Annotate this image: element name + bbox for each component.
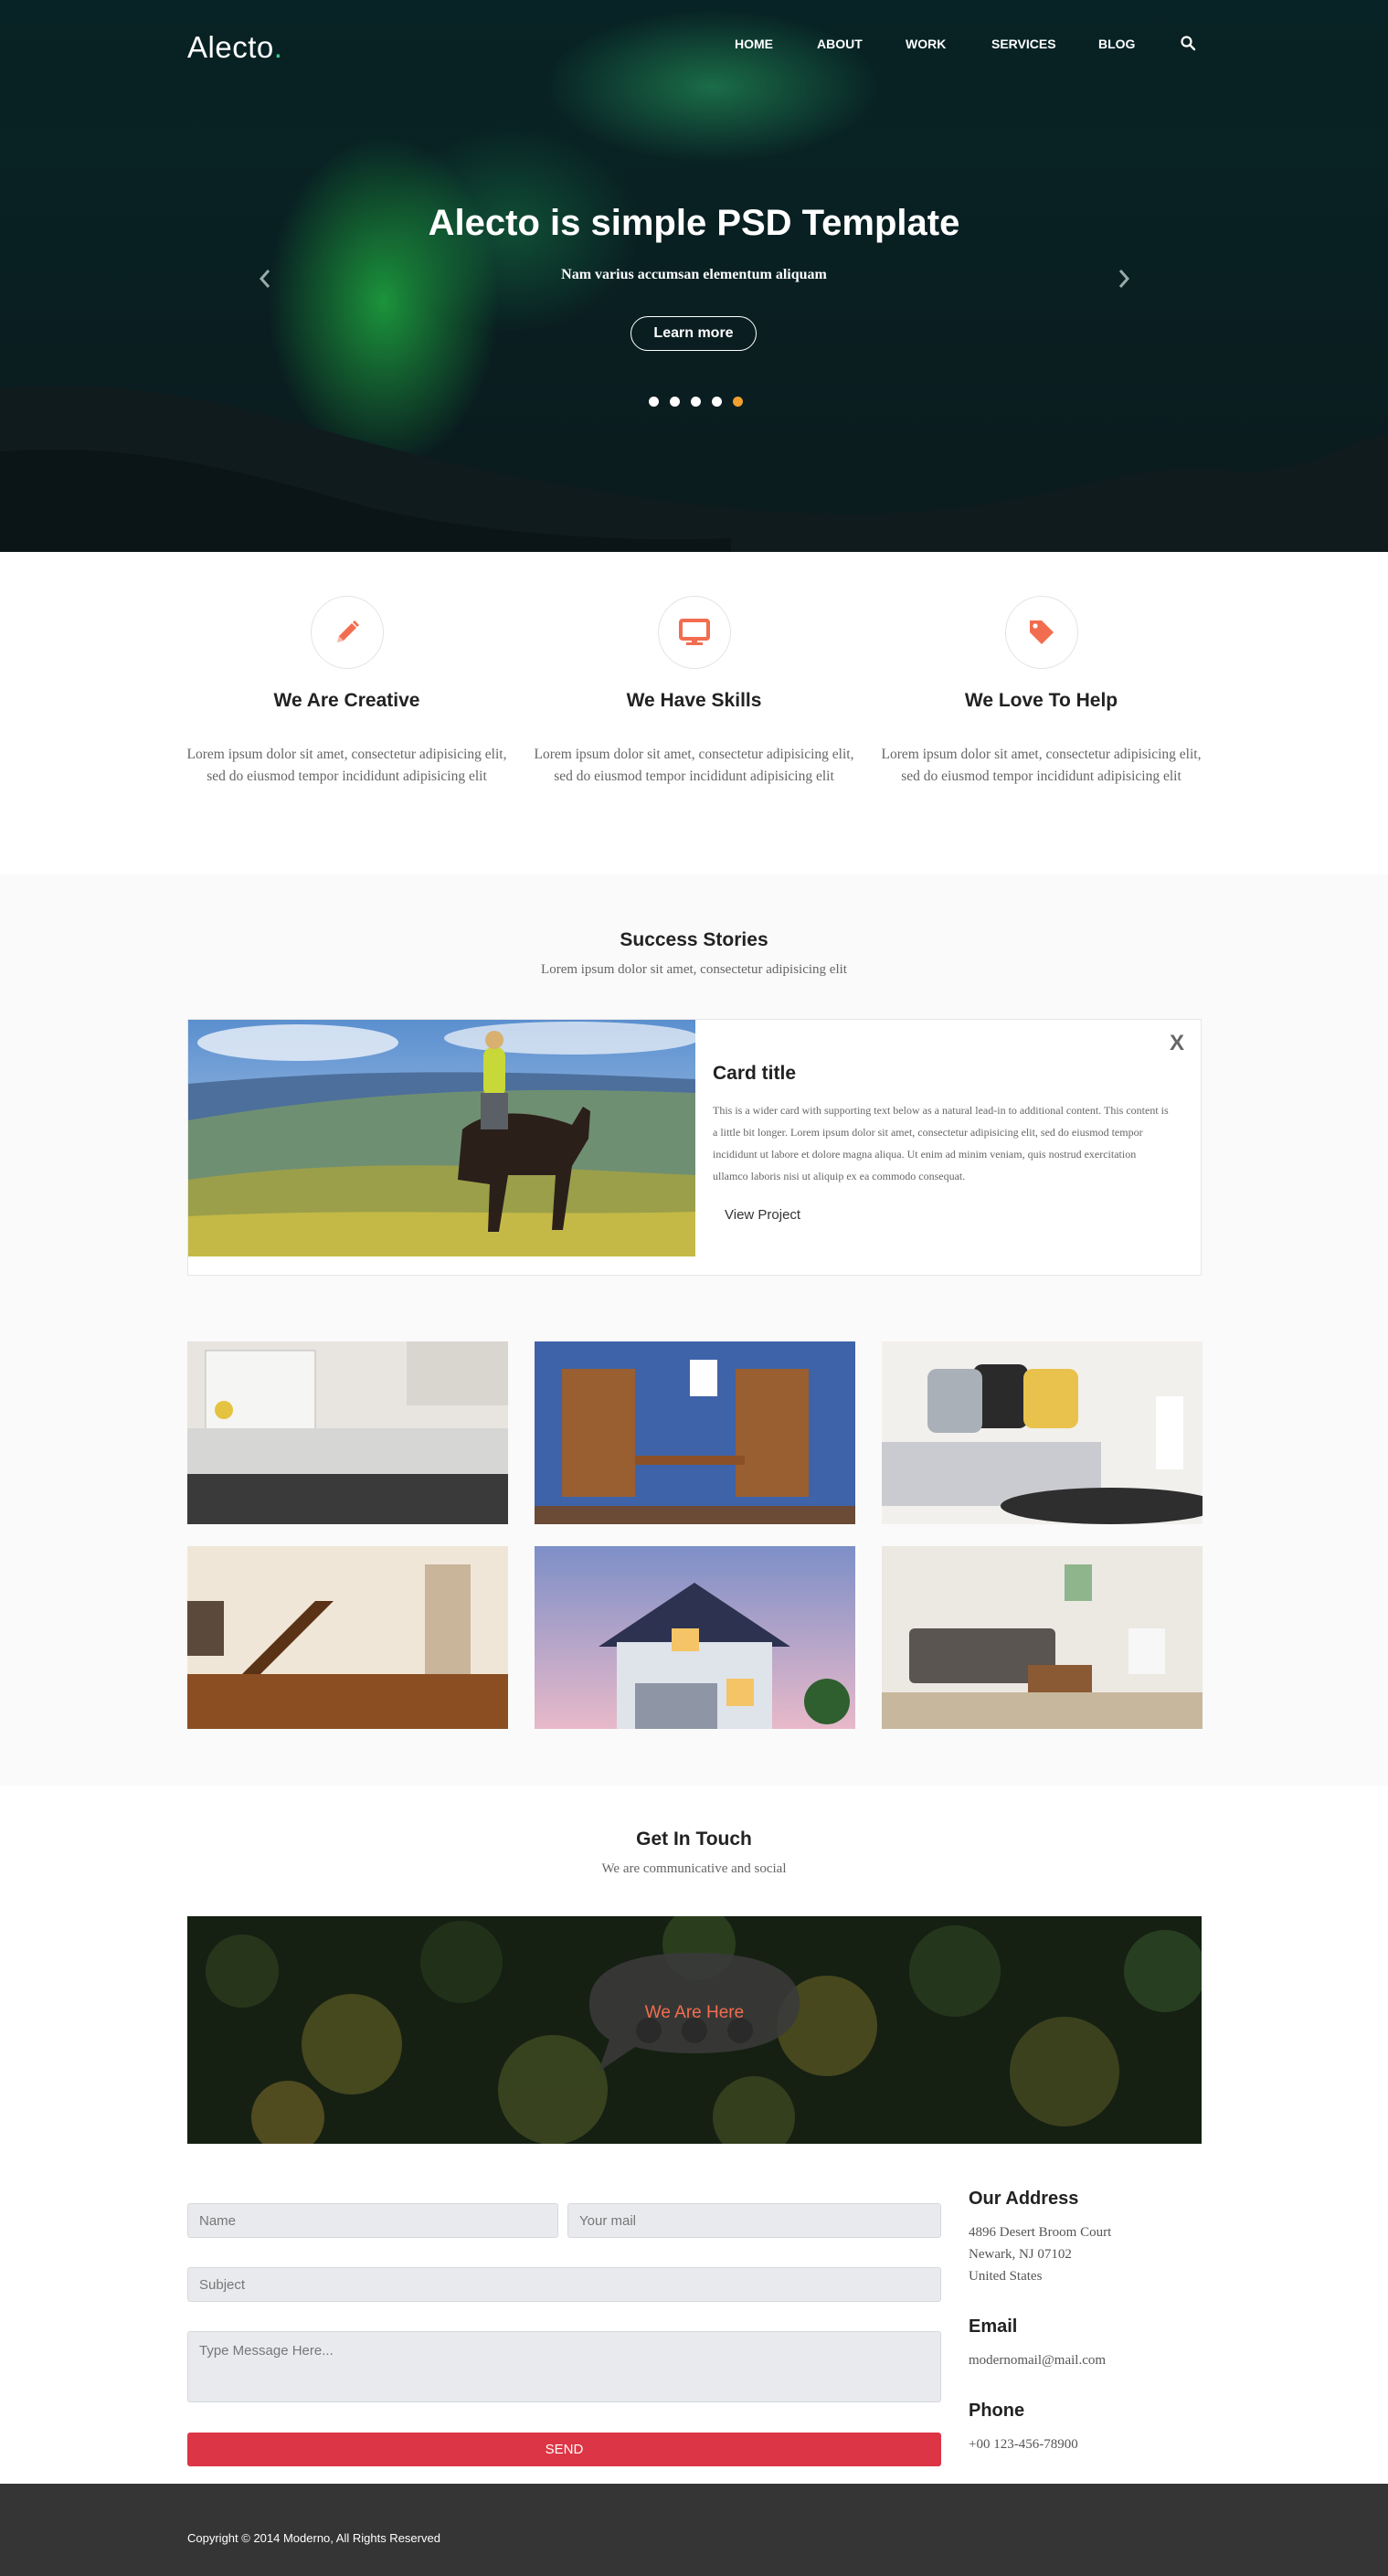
forest-background-image <box>187 1916 1202 2144</box>
feature-text: Lorem ipsum dolor sit amet, consectetur … <box>186 747 507 784</box>
hero-title-bold: Alecto <box>428 203 540 243</box>
feature-title: We Love To Help <box>964 690 1118 711</box>
nav-work[interactable]: WORK <box>906 37 946 51</box>
slider-dot[interactable] <box>733 397 743 407</box>
learn-more-button[interactable]: Learn more <box>630 316 757 351</box>
feature-creative: We Are Creative Lorem ipsum dolor sit am… <box>185 596 509 788</box>
feature-help: We Love To Help Lorem ipsum dolor sit am… <box>879 596 1203 788</box>
monitor-icon <box>678 619 710 645</box>
story-card: X Card title This is a wider card with s… <box>187 1019 1202 1276</box>
nav-services[interactable]: SERVICES <box>991 37 1056 51</box>
map-label: We Are Here <box>644 2003 745 2022</box>
feature-skills: We Have Skills Lorem ipsum dolor sit ame… <box>532 596 856 788</box>
email-title: Email <box>969 2316 1018 2337</box>
card-close-button[interactable]: X <box>1170 1031 1184 1056</box>
feature-icon-circle <box>310 596 384 669</box>
slider-dot[interactable] <box>670 397 680 407</box>
feature-text: Lorem ipsum dolor sit amet, consectetur … <box>534 747 854 784</box>
card-title: Card title <box>713 1063 797 1084</box>
gallery-living-room-image[interactable] <box>882 1341 1203 1524</box>
hero-section: Alecto. HOME ABOUT WORK SERVICES BLOG Al… <box>0 0 1388 552</box>
nav-about[interactable]: ABOUT <box>817 37 863 51</box>
hero-subtitle: Nam varius accumsan elementum aliquam <box>561 267 827 282</box>
hero-title-rest: is simple PSD Template <box>539 203 960 243</box>
phone-title: Phone <box>969 2401 1025 2421</box>
slider-dot[interactable] <box>712 397 722 407</box>
view-project-link[interactable]: View Project <box>725 1207 800 1223</box>
feature-text: Lorem ipsum dolor sit amet, consectetur … <box>881 747 1202 784</box>
horse-rider-image <box>188 1020 695 1256</box>
success-subtitle: Lorem ipsum dolor sit amet, consectetur … <box>541 962 847 977</box>
tag-icon <box>1029 620 1054 644</box>
feature-icon-circle <box>1004 596 1078 669</box>
feature-title: We Have Skills <box>626 690 762 711</box>
address-line: United States <box>969 2269 1043 2284</box>
contact-subtitle: We are communicative and social <box>601 1861 787 1876</box>
message-textarea[interactable] <box>187 2331 941 2402</box>
card-text: This is a wider card with supporting tex… <box>713 1104 1169 1182</box>
search-icon[interactable] <box>1180 35 1196 51</box>
gallery-staircase-image[interactable] <box>187 1546 508 1729</box>
slider-dot[interactable] <box>649 397 659 407</box>
contact-title: Get In Touch <box>636 1829 752 1850</box>
success-title: Success Stories <box>620 929 768 950</box>
gallery-lounge-image[interactable] <box>882 1546 1203 1729</box>
name-input[interactable] <box>187 2203 558 2238</box>
subject-input[interactable] <box>187 2267 941 2302</box>
address-text: 4896 Desert Broom Court Newark, NJ 07102… <box>969 2221 1111 2287</box>
phone-text: +00 123-456-78900 <box>969 2437 1078 2452</box>
gallery-house-image[interactable] <box>535 1546 855 1729</box>
email-input[interactable] <box>567 2203 941 2238</box>
feature-title: We Are Creative <box>273 690 420 711</box>
pencil-icon <box>336 620 359 642</box>
address-line: 4896 Desert Broom Court <box>969 2225 1112 2240</box>
feature-icon-circle <box>657 596 731 669</box>
address-title: Our Address <box>969 2189 1079 2209</box>
gallery-office-image[interactable] <box>535 1341 855 1524</box>
hero-title: Alecto is simple PSD Template <box>0 203 1388 244</box>
footer: Copyright © 2014 Moderno, All Rights Res… <box>0 2484 1388 2576</box>
gallery-kitchen-image[interactable] <box>187 1341 508 1524</box>
email-text[interactable]: modernomail@mail.com <box>969 2349 1106 2371</box>
slider-dot[interactable] <box>691 397 701 407</box>
nav-home[interactable]: HOME <box>735 37 773 51</box>
send-button[interactable]: SEND <box>187 2433 941 2466</box>
nav-blog[interactable]: BLOG <box>1098 37 1135 51</box>
address-line: Newark, NJ 07102 <box>969 2247 1072 2262</box>
map-banner: We Are Here <box>187 1916 1202 2144</box>
copyright-text: Copyright © 2014 Moderno, All Rights Res… <box>187 2531 440 2545</box>
